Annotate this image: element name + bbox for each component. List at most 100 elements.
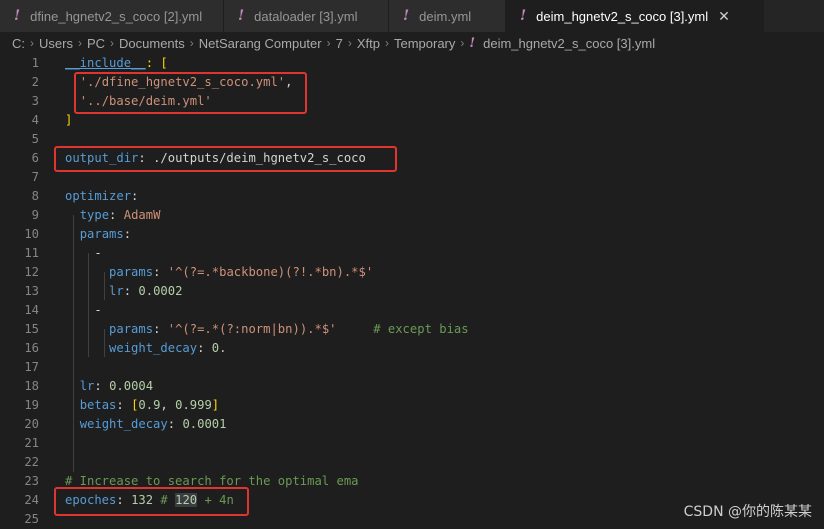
yaml-string: '^(?=.*(?:norm|bn)).*$' (167, 322, 337, 336)
line-number: 6 (31, 151, 39, 165)
breadcrumb-item[interactable]: Xftp (357, 36, 380, 51)
code-line: 12 params: '^(?=.*backbone)(?!.*bn).*$' (0, 263, 824, 282)
code-line: 7 (0, 168, 824, 187)
tab-deim[interactable]: ! deim.yml (389, 0, 506, 32)
chevron-right-icon: › (326, 36, 331, 50)
tab-dfine-hgnetv2-s-coco[interactable]: ! dfine_hgnetv2_s_coco [2].yml (0, 0, 224, 32)
watermark: CSDN @你的陈某某 (683, 504, 812, 520)
line-number: 21 (24, 436, 39, 450)
yaml-number: 0.0001 (182, 417, 227, 431)
line-number: 1 (31, 56, 39, 70)
tab-label: deim_hgnetv2_s_coco [3].yml (536, 8, 709, 24)
tab-label: dfine_hgnetv2_s_coco [2].yml (30, 8, 203, 24)
close-icon[interactable]: ✕ (718, 8, 730, 25)
line-number: 18 (24, 379, 39, 393)
code-line: 13 lr: 0.0002 (0, 282, 824, 301)
code-line: 3 '../base/deim.yml' (0, 92, 824, 111)
yaml-file-icon: ! (14, 8, 21, 24)
yaml-key: output_dir (65, 151, 139, 165)
yaml-key: lr (79, 379, 95, 393)
yaml-number: 0. (211, 341, 227, 355)
tab-deim-hgnetv2-s-coco[interactable]: ! deim_hgnetv2_s_coco [3].yml ✕ (506, 0, 764, 32)
line-number: 13 (24, 284, 39, 298)
yaml-value: AdamW (123, 208, 161, 222)
line-number: 25 (24, 512, 39, 526)
yaml-string: '^(?=.*backbone)(?!.*bn).*$' (167, 265, 374, 279)
chevron-right-icon: › (189, 36, 194, 50)
chevron-right-icon: › (30, 36, 34, 50)
yaml-comment: # (160, 493, 168, 507)
yaml-key: betas (79, 398, 117, 412)
code-line: 16 weight_decay: 0. (0, 339, 824, 358)
code-punct: : [ (145, 56, 168, 70)
line-number: 15 (24, 322, 39, 336)
code-line: 22 (0, 453, 824, 472)
search-highlight: 120 (175, 493, 198, 507)
yaml-file-icon: ! (520, 8, 527, 24)
tab-label: deim.yml (419, 8, 472, 24)
code-line: 2 './dfine_hgnetv2_s_coco.yml', (0, 73, 824, 92)
tab-label: dataloader [3].yml (254, 8, 358, 24)
yaml-key: optimizer (65, 189, 132, 203)
yaml-file-icon: ! (469, 35, 476, 51)
yaml-number: 0.0004 (109, 379, 154, 393)
yaml-key: params (109, 322, 154, 336)
code-line: 21 (0, 434, 824, 453)
yaml-key: params (109, 265, 154, 279)
yaml-key: epoches (65, 493, 117, 507)
yaml-key: weight_decay (79, 417, 168, 431)
line-number: 14 (24, 303, 39, 317)
breadcrumb-item[interactable]: 7 (336, 36, 343, 51)
code-line: 8 optimizer: (0, 187, 824, 206)
line-number: 16 (24, 341, 39, 355)
yaml-file-icon: ! (238, 8, 245, 24)
code-line: 10 params: (0, 225, 824, 244)
yaml-key: lr (109, 284, 124, 298)
yaml-dash: - (94, 246, 102, 260)
yaml-comment: # Increase to search for the optimal ema (65, 474, 359, 488)
line-number: 19 (24, 398, 39, 412)
code-line: 11 - (0, 244, 824, 263)
line-number: 20 (24, 417, 39, 431)
line-number: 22 (24, 455, 39, 469)
chevron-right-icon: › (347, 36, 352, 50)
line-number: 17 (24, 360, 39, 374)
breadcrumb-item[interactable]: C: (12, 36, 25, 51)
chevron-right-icon: › (77, 36, 82, 50)
breadcrumb-item[interactable]: PC (87, 36, 105, 51)
code-editor[interactable]: 1 __include__: [ 2 './dfine_hgnetv2_s_coc… (0, 54, 824, 527)
chevron-right-icon: › (110, 36, 115, 50)
line-number: 9 (31, 208, 39, 222)
code-line: 20 weight_decay: 0.0001 (0, 415, 824, 434)
tab-dataloader[interactable]: ! dataloader [3].yml (224, 0, 389, 32)
yaml-file-icon: ! (403, 8, 410, 24)
yaml-comment: + 4n (204, 493, 234, 507)
yaml-key: params (79, 227, 124, 241)
line-number: 12 (24, 265, 39, 279)
code-line: 14 - (0, 301, 824, 320)
yaml-string: '../base/deim.yml' (79, 94, 212, 108)
breadcrumb-file[interactable]: deim_hgnetv2_s_coco [3].yml (483, 36, 655, 51)
line-number: 23 (24, 474, 39, 488)
yaml-key: __include__ (65, 56, 146, 70)
yaml-key: type (79, 208, 110, 222)
code-line: 18 lr: 0.0004 (0, 377, 824, 396)
yaml-value: ./outputs/deim_hgnetv2_s_coco (153, 151, 366, 165)
breadcrumb-item[interactable]: Documents (119, 36, 185, 51)
line-number: 10 (24, 227, 39, 241)
tab-bar: ! dfine_hgnetv2_s_coco [2].yml ! dataloa… (0, 0, 824, 32)
line-number: 8 (31, 189, 39, 203)
line-number: 3 (31, 94, 39, 108)
chevron-right-icon: › (460, 36, 465, 50)
code-line: 19 betas: [0.9, 0.999] (0, 396, 824, 415)
tab-bar-empty (764, 0, 824, 32)
breadcrumb-item[interactable]: Temporary (394, 36, 455, 51)
code-line: 9 type: AdamW (0, 206, 824, 225)
breadcrumb-item[interactable]: NetSarang Computer (199, 36, 322, 51)
yaml-string: './dfine_hgnetv2_s_coco.yml' (79, 75, 286, 89)
yaml-comment: # except bias (373, 322, 469, 336)
code-line: 17 (0, 358, 824, 377)
breadcrumb-item[interactable]: Users (39, 36, 73, 51)
line-number: 24 (24, 493, 39, 507)
yaml-number: 0.999 (175, 398, 212, 412)
